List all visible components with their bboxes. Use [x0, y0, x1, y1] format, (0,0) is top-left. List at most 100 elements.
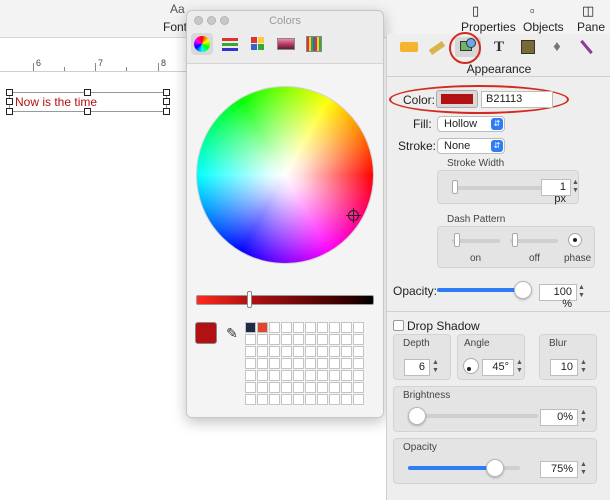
swatch-cell[interactable] — [281, 382, 292, 393]
opacity-slider-knob[interactable] — [514, 281, 532, 299]
properties-icon[interactable]: ▯ — [472, 3, 479, 19]
swatch-cell[interactable] — [245, 322, 256, 333]
dash-off-slider-knob[interactable] — [512, 233, 518, 247]
document-tab-icon[interactable] — [396, 37, 422, 57]
swatch-cell[interactable] — [353, 382, 364, 393]
swatch-cell[interactable] — [257, 346, 268, 357]
script-tab-icon[interactable] — [573, 37, 599, 57]
swatch-cell[interactable] — [329, 346, 340, 357]
swatch-cell[interactable] — [305, 322, 316, 333]
swatch-cell[interactable] — [245, 358, 256, 369]
swatch-cell[interactable] — [341, 382, 352, 393]
swatch-cell[interactable] — [293, 382, 304, 393]
resize-handle[interactable] — [84, 108, 91, 115]
image-palettes-tab[interactable] — [275, 33, 297, 55]
swatch-cell[interactable] — [305, 346, 316, 357]
angle-dial[interactable] — [463, 358, 479, 374]
brightness-slider[interactable] — [196, 295, 374, 305]
swatch-cell[interactable] — [293, 334, 304, 345]
stroke-width-stepper[interactable]: ▲ ▼ — [571, 179, 580, 196]
swatch-cell[interactable] — [329, 382, 340, 393]
swatch-cell[interactable] — [317, 382, 328, 393]
depth-field[interactable]: 6 — [404, 359, 430, 376]
swatch-cell[interactable] — [281, 346, 292, 357]
resize-handle[interactable] — [84, 89, 91, 96]
opacity-field[interactable]: 100 % — [539, 284, 577, 310]
swatch-cell[interactable] — [269, 322, 280, 333]
swatch-cell[interactable] — [353, 358, 364, 369]
stroke-width-field[interactable]: 1 px — [541, 179, 571, 205]
resize-handle[interactable] — [163, 89, 170, 96]
dash-phase-dial[interactable] — [568, 233, 582, 247]
swatch-cell[interactable] — [341, 346, 352, 357]
eyedropper-icon[interactable]: ✎ — [223, 324, 241, 342]
swatch-cell[interactable] — [293, 394, 304, 405]
swatch-cell[interactable] — [353, 370, 364, 381]
stroke-width-slider-knob[interactable] — [452, 180, 458, 194]
image-tab-icon[interactable] — [515, 37, 541, 57]
swatch-cell[interactable] — [329, 370, 340, 381]
swatch-cell[interactable] — [245, 346, 256, 357]
swatch-cell[interactable] — [257, 334, 268, 345]
objects-button[interactable]: Objects — [523, 20, 564, 34]
swatch-cell[interactable] — [341, 334, 352, 345]
brightness-stepper[interactable]: ▲ ▼ — [579, 409, 588, 426]
resize-handle[interactable] — [6, 89, 13, 96]
swatch-cell[interactable] — [269, 358, 280, 369]
swatch-cell[interactable] — [245, 382, 256, 393]
text-tab-icon[interactable]: T — [486, 37, 512, 57]
swatch-cell[interactable] — [269, 334, 280, 345]
swatch-cell[interactable] — [329, 334, 340, 345]
swatch-cell[interactable] — [281, 358, 292, 369]
swatch-cell[interactable] — [269, 394, 280, 405]
text-object[interactable]: Now is the time — [15, 95, 97, 109]
color-well[interactable] — [436, 90, 478, 108]
shadow-opacity-stepper[interactable]: ▲ ▼ — [579, 461, 588, 478]
stroke-width-slider[interactable] — [452, 186, 542, 190]
current-color-swatch[interactable] — [195, 322, 217, 344]
swatch-cell[interactable] — [281, 334, 292, 345]
color-wheel-crosshair-icon[interactable] — [346, 208, 361, 223]
blur-field[interactable]: 10 — [550, 359, 578, 376]
blur-stepper[interactable]: ▲ ▼ — [579, 359, 588, 376]
swatch-cell[interactable] — [353, 334, 364, 345]
swatch-cell[interactable] — [317, 322, 328, 333]
resize-handle[interactable] — [6, 98, 13, 105]
swatch-cell[interactable] — [257, 394, 268, 405]
swatch-cell[interactable] — [341, 394, 352, 405]
pane-icon[interactable]: ◫ — [582, 3, 594, 19]
swatch-cell[interactable] — [317, 370, 328, 381]
swatch-cell[interactable] — [281, 370, 292, 381]
swatch-cell[interactable] — [341, 370, 352, 381]
color-wheel[interactable] — [196, 86, 374, 264]
swatch-cell[interactable] — [245, 394, 256, 405]
swatch-cell[interactable] — [353, 394, 364, 405]
resize-handle[interactable] — [163, 98, 170, 105]
fill-popup[interactable]: Hollow ⇵ — [437, 116, 505, 132]
swatch-cell[interactable] — [257, 358, 268, 369]
swatch-cell[interactable] — [293, 358, 304, 369]
swatch-cell[interactable] — [317, 346, 328, 357]
angle-field[interactable]: 45° — [482, 359, 514, 376]
swatch-cell[interactable] — [329, 322, 340, 333]
dash-on-slider-knob[interactable] — [454, 233, 460, 247]
arrange-tab-icon[interactable]: ♦ — [544, 37, 570, 57]
brightness-slider[interactable] — [408, 414, 538, 418]
swatch-cell[interactable] — [245, 334, 256, 345]
color-palettes-tab[interactable] — [247, 33, 269, 55]
swatch-cell[interactable] — [353, 322, 364, 333]
ruler-tab-icon[interactable] — [424, 37, 450, 57]
swatch-cell[interactable] — [341, 358, 352, 369]
color-hex-field[interactable]: B21113 — [481, 91, 553, 108]
swatch-cell[interactable] — [317, 358, 328, 369]
swatch-cell[interactable] — [257, 382, 268, 393]
drop-shadow-checkbox[interactable] — [393, 320, 404, 331]
swatch-cell[interactable] — [281, 394, 292, 405]
swatch-cell[interactable] — [305, 394, 316, 405]
resize-handle[interactable] — [163, 108, 170, 115]
pencils-tab[interactable] — [303, 33, 325, 55]
swatch-cell[interactable] — [305, 334, 316, 345]
swatch-cell[interactable] — [305, 358, 316, 369]
brightness-slider-knob[interactable] — [247, 291, 252, 308]
depth-stepper[interactable]: ▲ ▼ — [431, 359, 440, 376]
